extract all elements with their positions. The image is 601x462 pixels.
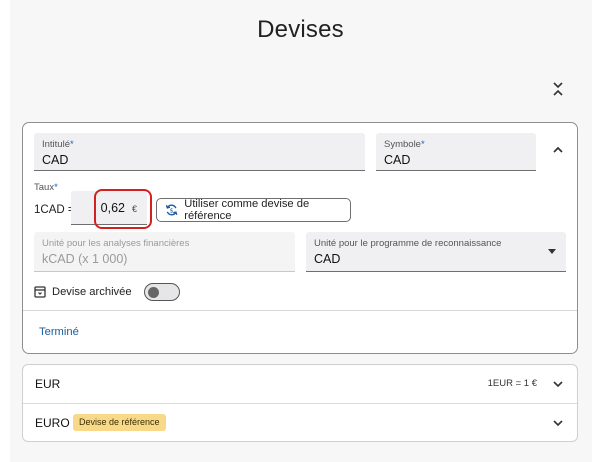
taux-highlight-annotation: [94, 189, 152, 229]
taux-prefix: 1CAD =: [34, 204, 75, 216]
currency-list: EUR 1EUR = 1 € EURO Devise de référence: [22, 364, 578, 442]
dropdown-arrow-icon: [548, 249, 556, 254]
intitule-field[interactable]: Intitulé* CAD: [34, 133, 365, 171]
unite-programme-value: CAD: [314, 252, 341, 266]
currency-edit-card: Intitulé* CAD Symbole* CAD Taux* 1CAD = …: [22, 122, 578, 354]
currency-row-euro[interactable]: EURO Devise de référence: [23, 403, 577, 441]
archive-icon: [34, 286, 46, 298]
chevron-down-icon[interactable]: [552, 417, 564, 429]
symbole-label: Symbole*: [384, 139, 425, 150]
currency-exchange-icon: $: [165, 204, 178, 216]
chevron-down-icon[interactable]: [552, 378, 564, 390]
intitule-label: Intitulé*: [42, 139, 74, 150]
currency-code: EUR: [35, 377, 61, 391]
unite-analyses-field: Unité pour les analyses financières kCAD…: [34, 232, 295, 272]
chevron-up-icon[interactable]: [551, 143, 565, 157]
unite-programme-label: Unité pour le programme de reconnaissanc…: [314, 238, 502, 249]
currency-row-eur[interactable]: EUR 1EUR = 1 €: [23, 365, 577, 403]
archived-row: Devise archivée: [34, 282, 180, 302]
symbole-field[interactable]: Symbole* CAD: [376, 133, 536, 171]
card-divider: [23, 310, 577, 311]
currency-code: EURO: [35, 416, 70, 430]
unite-analyses-placeholder: kCAD (x 1 000): [42, 252, 128, 266]
unite-programme-select[interactable]: Unité pour le programme de reconnaissanc…: [306, 232, 566, 272]
toggle-knob: [147, 286, 159, 298]
taux-label: Taux*: [34, 182, 58, 193]
use-as-reference-button[interactable]: $ Utiliser comme devise de référence: [156, 198, 351, 222]
reference-badge: Devise de référence: [73, 414, 166, 431]
intitule-value: CAD: [42, 153, 69, 167]
archived-label: Devise archivée: [52, 286, 132, 298]
symbole-value: CAD: [384, 153, 411, 167]
svg-text:$: $: [170, 207, 174, 214]
unite-analyses-label: Unité pour les analyses financières: [42, 238, 190, 249]
collapse-all-icon[interactable]: [549, 80, 567, 98]
page-title: Devises: [257, 16, 344, 43]
archived-toggle[interactable]: [143, 283, 180, 301]
use-as-reference-label: Utiliser comme devise de référence: [184, 198, 310, 222]
currency-rate: 1EUR = 1 €: [487, 378, 537, 389]
done-button[interactable]: Terminé: [39, 326, 79, 338]
